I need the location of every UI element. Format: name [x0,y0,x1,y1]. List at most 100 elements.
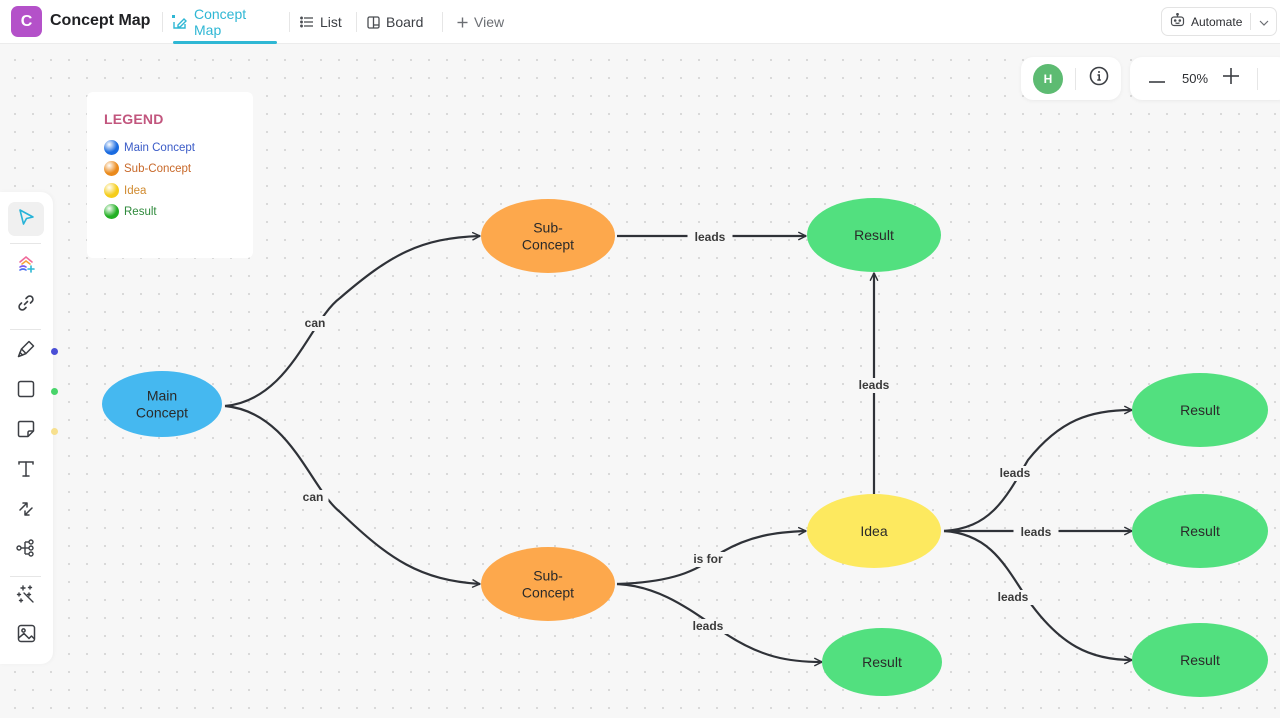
image-tool[interactable] [8,619,44,653]
edge-label[interactable]: is for [693,552,723,566]
edge-label[interactable]: leads [998,590,1029,604]
node-label: Result [854,227,894,243]
collaborators-panel: H [1021,57,1121,100]
app-badge[interactable]: C [11,6,42,37]
sticky-note-tool[interactable] [8,414,44,448]
select-tool[interactable] [8,202,44,236]
magic-tool[interactable] [8,579,44,613]
zoom-controls: 50% [1130,57,1280,100]
node-label: Idea [860,523,887,539]
node-res1[interactable]: Result [807,198,941,272]
tab-label: List [320,14,342,30]
left-toolbar [0,192,58,664]
tab-board[interactable]: Board [367,0,423,44]
edge-label[interactable]: leads [695,230,726,244]
node-res4[interactable]: Result [1132,494,1268,568]
node-label: Sub- [533,568,563,584]
node-label: Concept [522,585,574,601]
node-idea[interactable]: Idea [807,494,941,568]
connector-tool[interactable] [8,494,44,528]
divider [10,243,41,244]
divider [1257,67,1258,90]
square-icon [17,380,35,403]
automate-button[interactable]: Automate [1162,8,1250,35]
tab-concept-map[interactable]: Concept Map [171,0,277,44]
list-icon [300,16,314,28]
tab-label: Concept Map [194,6,247,38]
link-icon [17,294,35,317]
tab-label: View [474,14,505,30]
node-res3[interactable]: Result [1132,373,1268,447]
legend-item-sub-concept: Sub-Concept [104,161,191,176]
automate-button-group: Automate [1161,7,1277,36]
divider [10,576,41,577]
info-icon [1089,66,1109,91]
mind-map-tool[interactable] [8,533,44,567]
magic-wand-icon [16,584,36,609]
divider [356,12,357,32]
legend-item-result: Result [104,204,157,219]
node-res2[interactable]: Result [822,628,942,696]
legend-label: Sub-Concept [124,162,192,175]
edge-label[interactable]: can [303,490,324,504]
edge-label[interactable]: leads [1000,466,1031,480]
sticky-color-indicator [51,428,58,435]
top-header: C Concept Map Concept Map List Board Vie… [0,0,1280,44]
pen-icon [17,339,36,363]
node-label: Result [1180,402,1220,418]
divider [289,12,290,32]
pen-tool[interactable] [8,334,44,368]
plus-icon [1223,68,1239,89]
node-label: Result [1180,652,1220,668]
image-icon [17,624,36,648]
legend-title: LEGEND [104,111,164,127]
zoom-out-button[interactable] [1148,70,1166,88]
node-label: Concept [522,237,574,253]
shape-color-indicator [51,388,58,395]
automate-label: Automate [1191,14,1243,29]
chevron-down-icon [1259,15,1269,29]
node-label: Main [147,388,177,404]
shape-tool[interactable] [8,374,44,408]
edge-label[interactable]: can [305,316,326,330]
node-main[interactable]: MainConcept [102,371,222,437]
app-title[interactable]: Concept Map [50,12,150,30]
plus-icon [457,17,468,28]
node-res5[interactable]: Result [1132,623,1268,697]
mind-map-icon [16,538,36,562]
legend-item-main-concept: Main Concept [104,140,195,155]
board-icon [367,15,380,29]
divider [442,12,443,32]
tab-label: Board [386,14,424,30]
automate-dropdown-button[interactable] [1251,8,1276,35]
text-icon [17,460,35,483]
legend-panel[interactable]: LEGEND Main Concept Sub-Concept Idea Res… [87,92,253,258]
cursor-icon [17,208,35,231]
divider [162,12,163,32]
sticky-note-icon [17,420,35,443]
link-tool[interactable] [8,288,44,322]
divider [10,329,41,330]
minus-icon [1149,70,1165,88]
concept-map-icon [171,14,188,31]
zoom-in-button[interactable] [1222,68,1240,89]
ai-shapes-icon [16,254,36,279]
edge-label[interactable]: leads [1021,525,1052,539]
zoom-level[interactable]: 50% [1173,71,1217,86]
yellow-circle-icon [104,183,119,198]
green-circle-icon [104,204,119,219]
edge-label[interactable]: leads [859,378,890,392]
node-sub2[interactable]: Sub-Concept [481,547,615,621]
node-label: Result [862,654,902,670]
orange-circle-icon [104,161,119,176]
ai-create-tool[interactable] [8,249,44,283]
legend-label: Result [124,205,157,218]
info-button[interactable] [1089,66,1109,91]
edge-label[interactable]: leads [693,619,724,633]
add-view-button[interactable]: View [457,0,504,44]
legend-label: Main Concept [124,141,195,154]
tab-list[interactable]: List [300,0,342,44]
text-tool[interactable] [8,454,44,488]
node-sub1[interactable]: Sub-Concept [481,199,615,273]
user-avatar[interactable]: H [1033,63,1063,94]
